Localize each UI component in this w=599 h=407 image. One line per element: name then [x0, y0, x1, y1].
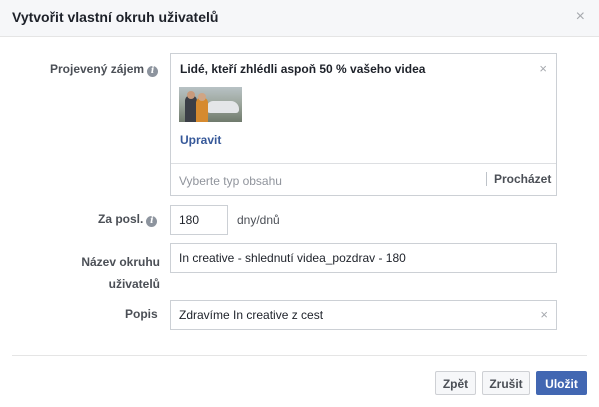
divider — [486, 172, 487, 186]
browse-button[interactable]: Procházet — [494, 172, 551, 186]
video-thumbnail — [179, 87, 242, 122]
content-type-input[interactable] — [179, 173, 479, 189]
remove-interest-icon[interactable]: × — [539, 61, 547, 76]
divider — [171, 163, 556, 164]
interest-label: Projevený zájem — [50, 62, 145, 76]
audience-name-field — [170, 243, 557, 273]
save-button[interactable]: Uložit — [536, 371, 587, 395]
audience-name-label: Název okruhu uživatelů — [78, 251, 160, 295]
help-icon[interactable]: i — [146, 216, 158, 227]
audience-name-input[interactable] — [179, 250, 548, 266]
interest-label-row: Projevený zájem i — [50, 62, 159, 77]
audience-name-label-line2: uživatelů — [108, 277, 160, 291]
help-icon[interactable]: i — [147, 66, 159, 77]
interest-selected-title: Lidé, kteří zhlédli aspoň 50 % vašeho vi… — [180, 62, 426, 76]
description-input[interactable] — [179, 307, 530, 323]
clear-icon[interactable]: × — [540, 307, 548, 322]
edit-link[interactable]: Upravit — [180, 133, 221, 147]
retention-days-field — [170, 205, 228, 235]
retention-days-input[interactable] — [179, 212, 219, 228]
cancel-button[interactable]: Zrušit — [482, 371, 530, 395]
interest-box: Lidé, kteří zhlédli aspoň 50 % vašeho vi… — [170, 53, 557, 196]
retention-label: Za posl. — [98, 212, 144, 226]
dialog-header: Vytvořit vlastní okruh uživatelů × — [0, 0, 599, 37]
retention-unit: dny/dnů — [237, 213, 280, 227]
back-button[interactable]: Zpět — [435, 371, 476, 395]
custom-audience-dialog: Vytvořit vlastní okruh uživatelů × Proje… — [0, 0, 599, 407]
description-field: × — [170, 300, 557, 330]
retention-label-row: Za posl. i — [98, 212, 158, 227]
audience-name-label-line1: Název okruhu — [81, 255, 160, 269]
dialog-title: Vytvořit vlastní okruh uživatelů — [12, 9, 219, 25]
description-label: Popis — [125, 307, 158, 321]
close-icon[interactable]: × — [576, 8, 585, 26]
divider — [12, 355, 587, 356]
